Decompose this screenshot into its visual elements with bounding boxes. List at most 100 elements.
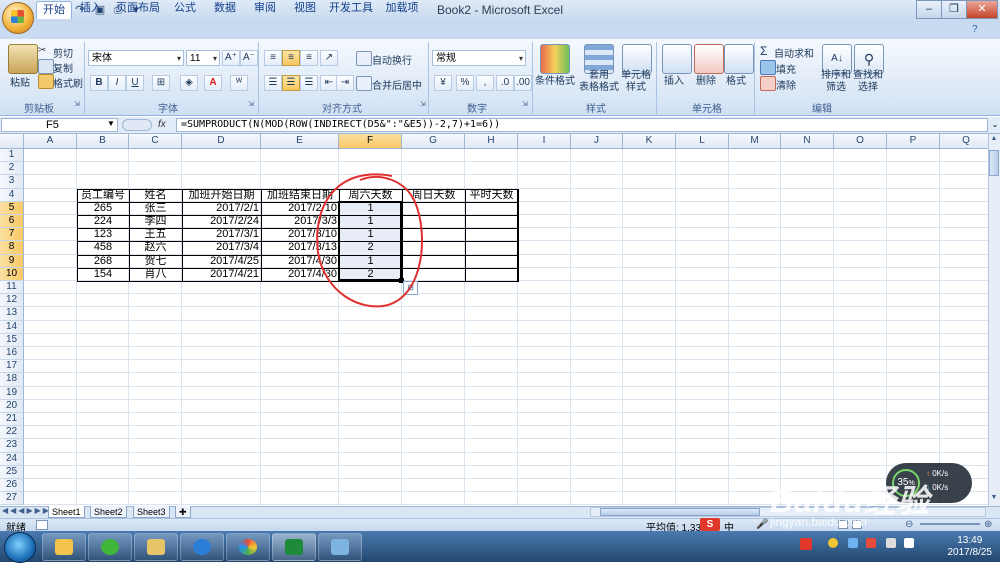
row-header[interactable]: 20	[0, 399, 24, 413]
row-header[interactable]: 10	[0, 267, 24, 281]
row-header[interactable]: 5	[0, 201, 24, 215]
table-cell[interactable]: 张三	[129, 202, 182, 215]
insert-function-button[interactable]: fx	[158, 119, 166, 130]
comma-button[interactable]: ,	[476, 75, 494, 91]
number-launcher-icon[interactable]: ⇲	[522, 101, 530, 109]
taskbar-app-excel[interactable]	[272, 533, 316, 561]
table-header-cell[interactable]: 平时天数	[465, 189, 518, 202]
table-cell[interactable]	[465, 202, 518, 215]
horizontal-scroll-thumb[interactable]	[600, 508, 760, 516]
sheet-nav-icon[interactable]: ◀◀◀▶▶▶	[2, 506, 51, 515]
microphone-icon[interactable]: 🎤	[756, 519, 768, 530]
merge-center-button[interactable]: 合并后居中	[372, 77, 422, 92]
font-launcher-icon[interactable]: ⇲	[248, 101, 256, 109]
start-button[interactable]	[4, 532, 36, 563]
alignment-launcher-icon[interactable]: ⇲	[420, 101, 428, 109]
column-header[interactable]: E	[261, 134, 339, 149]
taskbar-app-wechat[interactable]	[88, 533, 132, 561]
worksheet-grid[interactable]: A B C D E F G H I J K L M N O P Q 123456…	[0, 134, 988, 506]
row-header[interactable]: 6	[0, 215, 24, 229]
align-right-icon[interactable]: ☰	[300, 75, 318, 91]
zoom-slider[interactable]	[920, 523, 980, 525]
table-cell[interactable]: 2017/4/21	[182, 268, 261, 281]
row-header[interactable]: 12	[0, 294, 24, 308]
align-bottom-icon[interactable]: ≡	[300, 50, 318, 66]
table-cell[interactable]: 2017/2/1	[182, 202, 261, 215]
tray-icon[interactable]	[848, 538, 858, 548]
decrease-decimal-icon[interactable]: .00	[514, 75, 532, 91]
underline-button[interactable]: U	[126, 75, 144, 91]
row-header[interactable]: 16	[0, 347, 24, 361]
tab-data[interactable]: 数据	[208, 0, 242, 17]
format-painter-button[interactable]: 格式刷	[53, 75, 83, 90]
table-header-cell[interactable]: 姓名	[129, 189, 182, 202]
minimize-button[interactable]: –	[916, 0, 942, 19]
format-cells-icon[interactable]	[724, 44, 754, 74]
align-center-icon[interactable]: ☰	[282, 75, 300, 91]
insert-cells-icon[interactable]	[662, 44, 692, 74]
table-cell[interactable]: 2017/3/4	[182, 241, 261, 254]
table-cell[interactable]: 154	[77, 268, 129, 281]
table-cell[interactable]: 2017/2/24	[182, 215, 261, 228]
row-header[interactable]: 19	[0, 386, 24, 400]
tab-home[interactable]: 开始	[36, 1, 72, 19]
font-color-icon[interactable]: A	[204, 75, 222, 91]
tray-sogou-icon[interactable]	[800, 538, 812, 550]
table-cell[interactable]: 赵六	[129, 241, 182, 254]
table-cell[interactable]: 王五	[129, 228, 182, 241]
vertical-scroll-thumb[interactable]	[989, 150, 999, 176]
bold-button[interactable]: B	[90, 75, 108, 91]
row-header[interactable]: 1	[0, 149, 24, 163]
table-cell[interactable]	[465, 241, 518, 254]
copy-button[interactable]: 复制	[53, 60, 73, 75]
table-header-cell[interactable]: 员工编号	[77, 189, 129, 202]
italic-button[interactable]: I	[108, 75, 126, 91]
insert-cells-button[interactable]: 插入	[664, 72, 684, 87]
row-header[interactable]: 4	[0, 188, 24, 202]
find-select-button[interactable]: 查找和 选择	[850, 70, 886, 94]
tray-icon[interactable]	[828, 538, 838, 548]
column-header[interactable]: L	[676, 134, 729, 149]
column-header[interactable]: P	[887, 134, 940, 149]
name-box-dropdown-icon[interactable]: ▼	[107, 119, 115, 128]
row-header[interactable]: 7	[0, 228, 24, 242]
tab-developer[interactable]: 开发工具	[326, 0, 376, 17]
increase-indent-icon[interactable]: ⇥	[336, 75, 354, 91]
column-header[interactable]: Q	[940, 134, 988, 149]
column-header[interactable]: K	[623, 134, 676, 149]
column-header[interactable]: G	[402, 134, 465, 149]
column-header[interactable]: I	[518, 134, 571, 149]
row-header[interactable]: 21	[0, 413, 24, 427]
align-left-icon[interactable]: ☰	[264, 75, 282, 91]
row-header[interactable]: 24	[0, 452, 24, 466]
delete-cells-button[interactable]: 删除	[696, 72, 716, 87]
table-cell[interactable]	[465, 268, 518, 281]
row-header[interactable]: 9	[0, 254, 24, 268]
row-header[interactable]: 11	[0, 281, 24, 295]
scroll-down-icon[interactable]: ▼	[989, 494, 999, 504]
conditional-format-icon[interactable]	[540, 44, 570, 74]
expand-formula-bar-icon[interactable]: ⌄	[990, 118, 1000, 132]
row-header[interactable]: 3	[0, 175, 24, 189]
restore-button[interactable]: ❐	[941, 0, 967, 19]
column-header[interactable]: J	[571, 134, 623, 149]
select-all-corner[interactable]	[0, 134, 24, 149]
sogou-ime-icon[interactable]: S	[700, 518, 720, 531]
row-header[interactable]: 2	[0, 162, 24, 176]
row-header[interactable]: 25	[0, 465, 24, 479]
table-cell[interactable]: 2017/3/1	[182, 228, 261, 241]
wrap-text-button[interactable]: 自动换行	[372, 52, 412, 67]
autosum-icon[interactable]: Σ	[760, 44, 767, 58]
fill-color-icon[interactable]: ◈	[180, 75, 198, 91]
shrink-font-icon[interactable]: A⁻	[240, 50, 258, 66]
table-header-cell[interactable]: 加班开始日期	[182, 189, 261, 202]
table-cell[interactable]	[465, 215, 518, 228]
taskbar-clock[interactable]: 13:49 2017/8/25	[948, 535, 993, 559]
align-top-icon[interactable]: ≡	[264, 50, 282, 66]
table-cell[interactable]: 李四	[129, 215, 182, 228]
taskbar-app-explorer[interactable]	[134, 533, 178, 561]
borders-icon[interactable]: ⊞	[152, 75, 170, 91]
formula-input[interactable]: =SUMPRODUCT(N(MOD(ROW(INDIRECT(D5&":"&E5…	[176, 118, 988, 132]
cut-button[interactable]: 剪切	[53, 45, 73, 60]
formula-bar-resize-icon[interactable]	[122, 119, 152, 131]
